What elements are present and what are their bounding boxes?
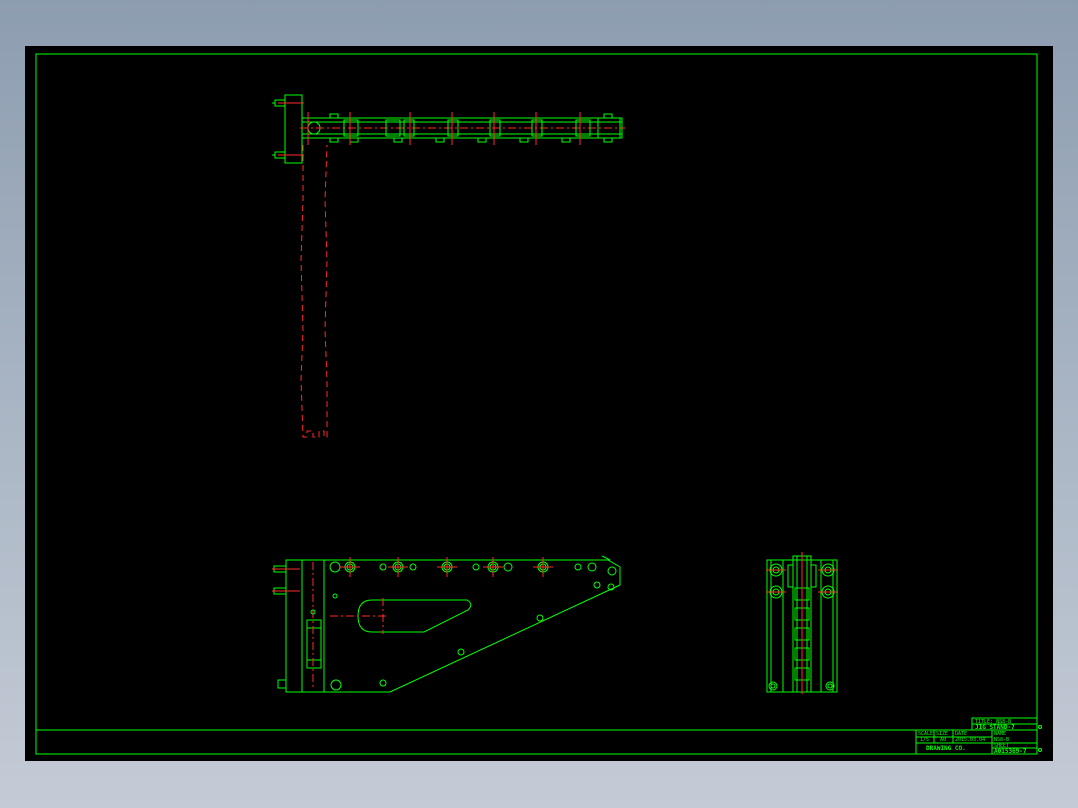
- scale-value: 1/5: [920, 737, 929, 743]
- drawing-number: A015369-7: [994, 748, 1027, 755]
- size-value: A0: [940, 737, 946, 743]
- drawing-sheet: [25, 46, 1053, 761]
- drawing-canvas: TITLE: NS8-B JIG STAND-7 SCALE 1/5 SIZE …: [25, 46, 1053, 761]
- company-name: DRAWING CO.: [926, 745, 966, 752]
- cad-viewport[interactable]: TITLE: NS8-B JIG STAND-7 SCALE 1/5 SIZE …: [0, 0, 1078, 808]
- title-sub-text: JIG STAND-7: [975, 724, 1015, 731]
- date-value: 2015.03.04: [955, 737, 985, 743]
